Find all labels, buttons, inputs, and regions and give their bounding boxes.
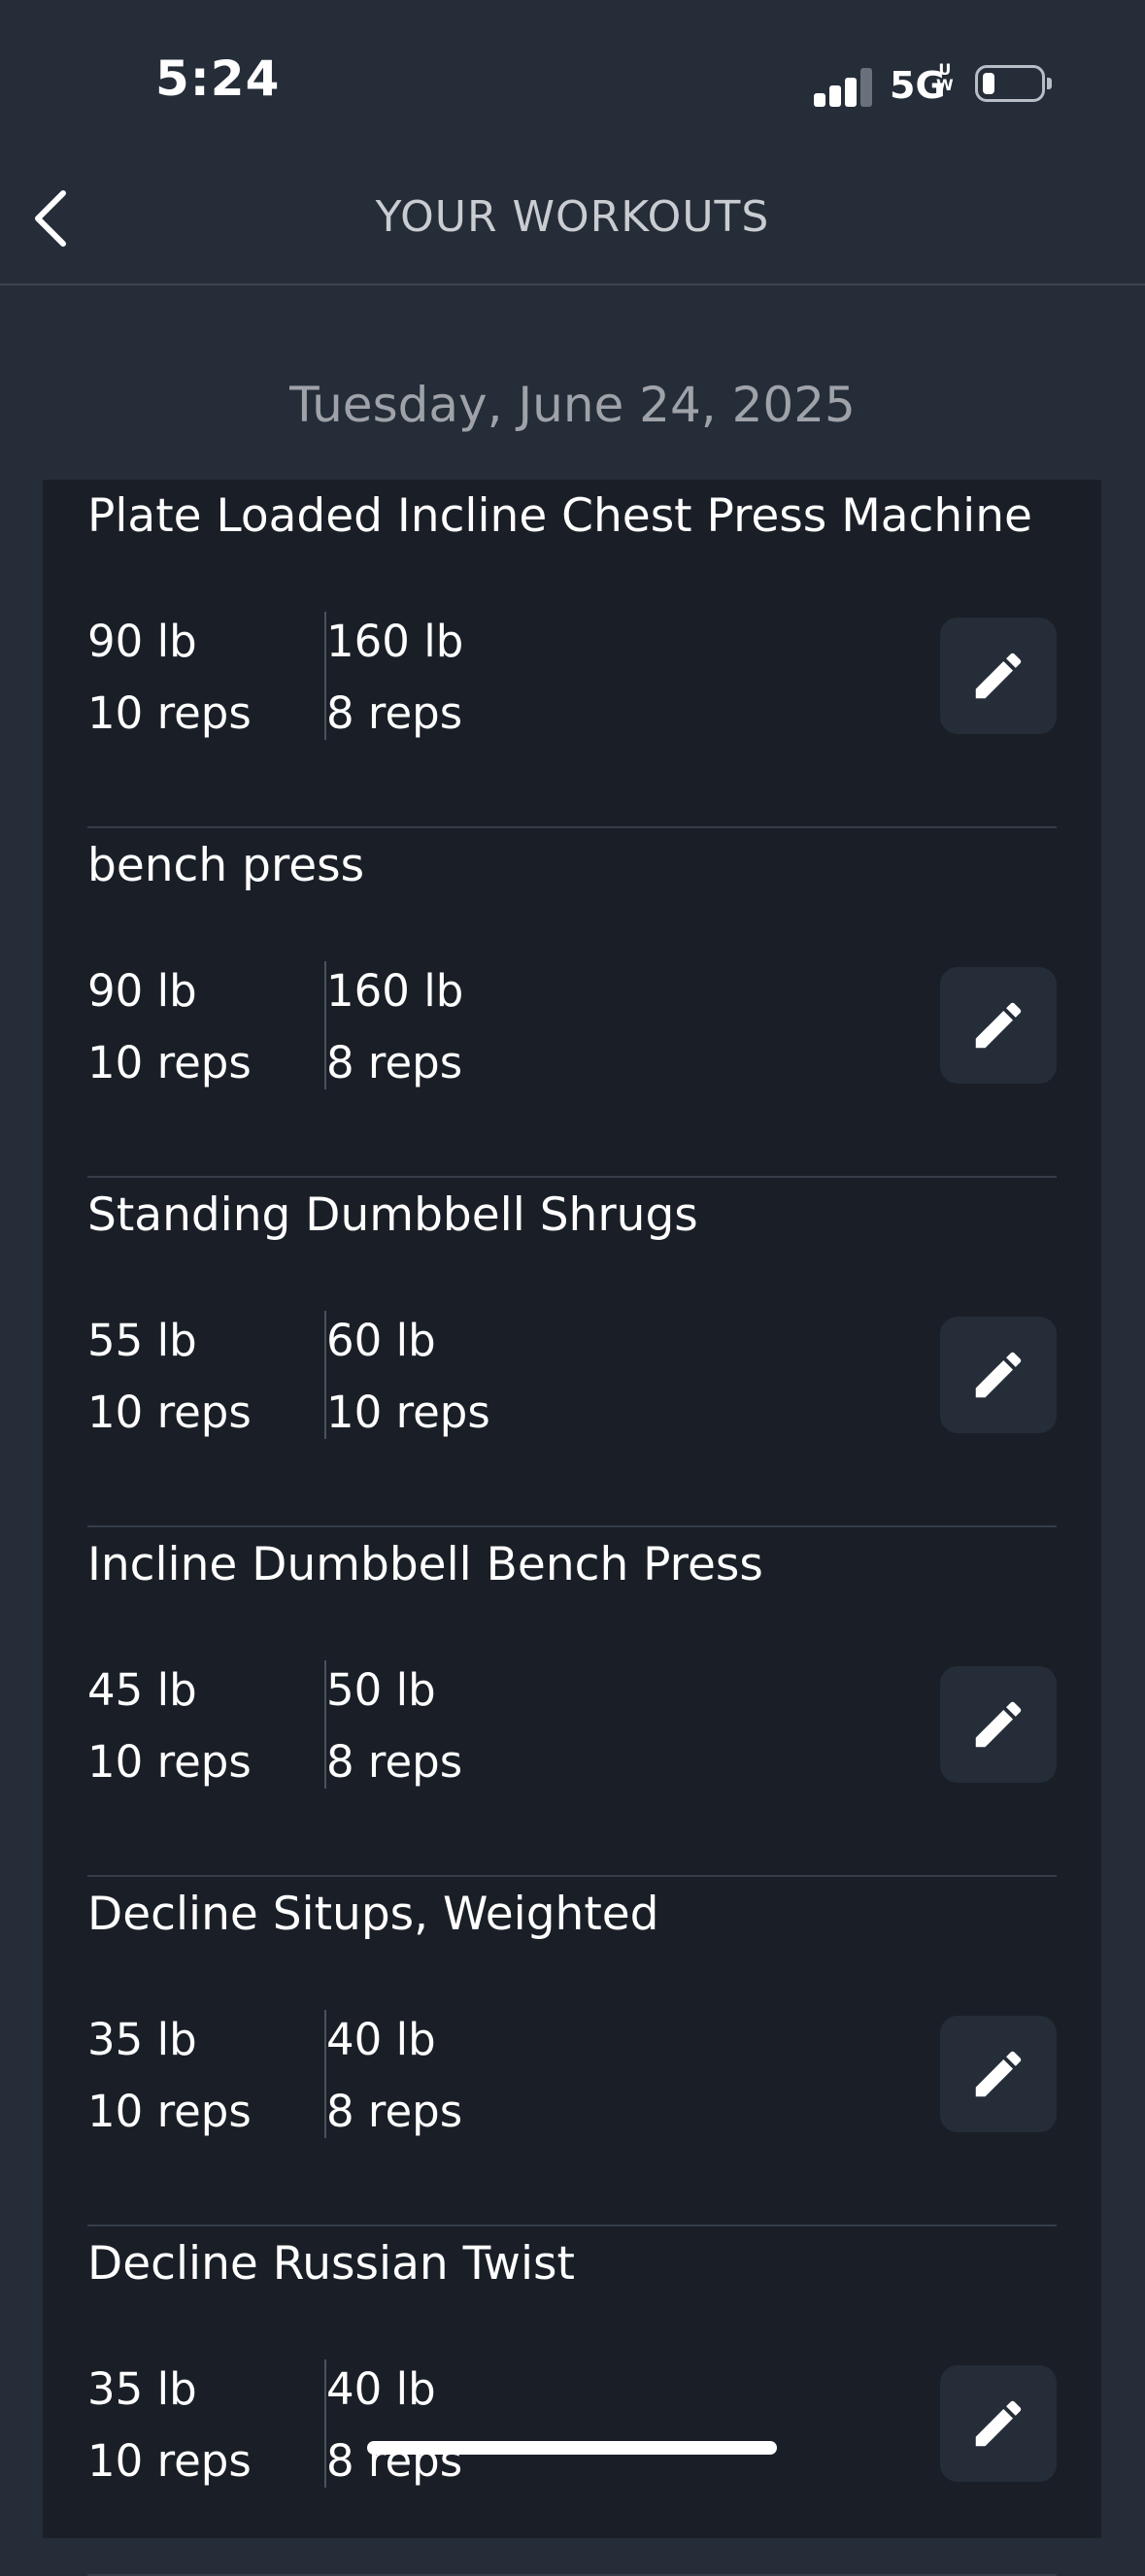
- cellular-signal-icon: [814, 68, 874, 107]
- workout-name: Incline Dumbbell Bench Press: [87, 1538, 763, 1591]
- home-indicator[interactable]: [367, 2441, 777, 2455]
- set-2: 40 lb 8 reps: [326, 2354, 462, 2497]
- workout-name: Plate Loaded Incline Chest Press Machine: [87, 489, 1032, 543]
- set-2: 160 lb 8 reps: [326, 606, 463, 750]
- set-reps: 10 reps: [87, 1387, 252, 1438]
- set-2: 50 lb 8 reps: [326, 1655, 462, 1798]
- workout-list: Plate Loaded Incline Chest Press Machine…: [43, 480, 1101, 2576]
- workout-name: Decline Russian Twist: [87, 2237, 575, 2291]
- set-weight: 40 lb: [326, 2014, 436, 2065]
- edit-button[interactable]: [940, 1666, 1057, 1783]
- set-reps: 10 reps: [87, 2086, 252, 2137]
- workout-item[interactable]: bench press 90 lb 10 reps 160 lb 8 reps: [87, 829, 1057, 1178]
- set-weight: 40 lb: [326, 2363, 436, 2415]
- set-reps: 10 reps: [87, 2435, 252, 2487]
- set-weight: 60 lb: [326, 1315, 436, 1366]
- set-weight: 35 lb: [87, 2014, 197, 2065]
- edit-button[interactable]: [940, 2365, 1057, 2482]
- set-weight: 35 lb: [87, 2363, 197, 2415]
- date-header: Tuesday, June 24, 2025: [289, 377, 856, 433]
- page-title: YOUR WORKOUTS: [375, 192, 770, 242]
- workout-item[interactable]: Incline Dumbbell Bench Press 45 lb 10 re…: [87, 1528, 1057, 1877]
- pencil-icon: [975, 2051, 1022, 2097]
- set-reps: 10 reps: [326, 1387, 490, 1438]
- pencil-icon: [975, 2400, 1022, 2447]
- row-divider: [87, 1525, 1057, 1527]
- set-1: 90 lb 10 reps: [87, 955, 252, 1099]
- set-reps: 10 reps: [87, 1037, 252, 1088]
- set-weight: 50 lb: [326, 1664, 436, 1716]
- set-reps: 10 reps: [87, 687, 252, 739]
- workout-item[interactable]: Standing Dumbbell Shrugs 55 lb 10 reps 6…: [87, 1179, 1057, 1527]
- set-weight: 45 lb: [87, 1664, 197, 1716]
- workout-item[interactable]: Decline Russian Twist 35 lb 10 reps 40 l…: [87, 2227, 1057, 2576]
- set-reps: 8 reps: [326, 2086, 463, 2137]
- set-1: 90 lb 10 reps: [87, 606, 252, 750]
- status-bar: 5:24 5G U W: [0, 0, 1145, 155]
- row-divider: [87, 1875, 1057, 1877]
- set-1: 45 lb 10 reps: [87, 1655, 252, 1798]
- set-weight: 160 lb: [326, 616, 464, 667]
- set-reps: 8 reps: [326, 1736, 463, 1788]
- status-time: 5:24: [155, 50, 281, 107]
- set-2: 160 lb 8 reps: [326, 955, 463, 1099]
- network-type-superscript: U W: [936, 60, 954, 94]
- battery-icon: [975, 65, 1052, 102]
- set-1: 35 lb 10 reps: [87, 2004, 252, 2148]
- workout-name: Standing Dumbbell Shrugs: [87, 1188, 698, 1242]
- set-reps: 8 reps: [326, 687, 463, 739]
- workout-name: bench press: [87, 839, 365, 892]
- workout-name: Decline Situps, Weighted: [87, 1888, 659, 1941]
- set-1: 55 lb 10 reps: [87, 1305, 252, 1449]
- edit-button[interactable]: [940, 618, 1057, 734]
- set-reps: 8 reps: [326, 1037, 463, 1088]
- row-divider: [87, 826, 1057, 828]
- set-weight: 90 lb: [87, 616, 197, 667]
- edit-button[interactable]: [940, 1317, 1057, 1433]
- set-1: 35 lb 10 reps: [87, 2354, 252, 2497]
- set-reps: 8 reps: [326, 2435, 463, 2487]
- set-2: 60 lb 10 reps: [326, 1305, 490, 1449]
- nav-bar: YOUR WORKOUTS: [0, 155, 1145, 285]
- pencil-icon: [975, 652, 1022, 699]
- set-weight: 90 lb: [87, 965, 197, 1017]
- pencil-icon: [975, 1352, 1022, 1398]
- workout-item[interactable]: Decline Situps, Weighted 35 lb 10 reps 4…: [87, 1878, 1057, 2226]
- set-reps: 10 reps: [87, 1736, 252, 1788]
- pencil-icon: [975, 1701, 1022, 1748]
- edit-button[interactable]: [940, 2016, 1057, 2132]
- set-weight: 160 lb: [326, 965, 464, 1017]
- row-divider: [87, 2225, 1057, 2226]
- pencil-icon: [975, 1002, 1022, 1049]
- workout-item[interactable]: Plate Loaded Incline Chest Press Machine…: [87, 480, 1057, 828]
- edit-button[interactable]: [940, 967, 1057, 1084]
- set-2: 40 lb 8 reps: [326, 2004, 462, 2148]
- set-weight: 55 lb: [87, 1315, 197, 1366]
- row-divider: [87, 1176, 1057, 1178]
